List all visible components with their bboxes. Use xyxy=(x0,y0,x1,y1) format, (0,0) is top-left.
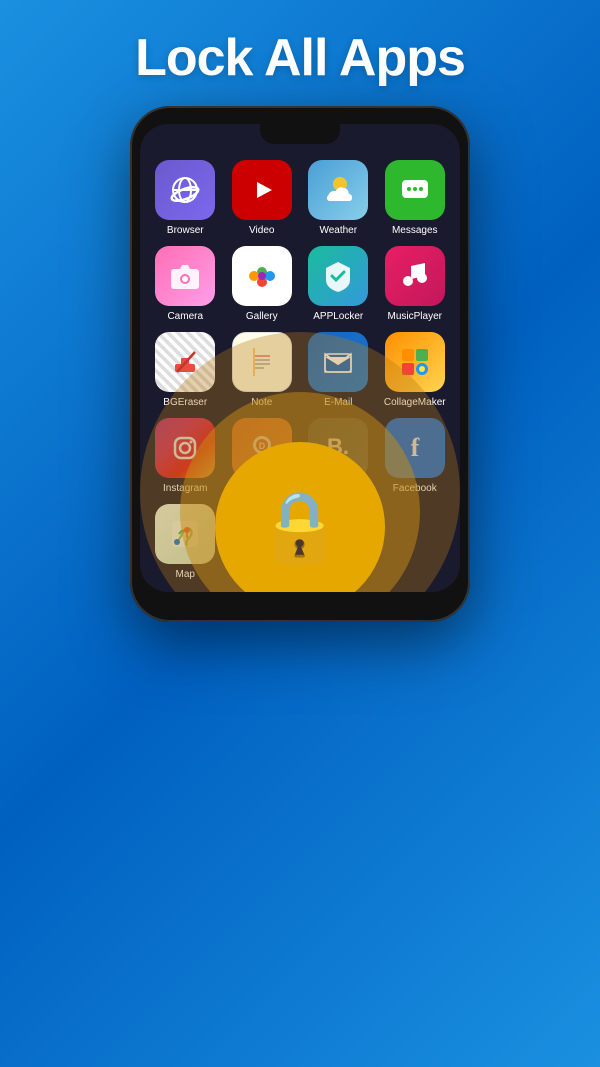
app-video[interactable]: Video xyxy=(229,160,296,236)
app-gallery[interactable]: Gallery xyxy=(229,246,296,322)
app-applocker[interactable]: APPLocker xyxy=(305,246,372,322)
app-grid: Browser Video Weather xyxy=(140,152,460,592)
page-title: Lock All Apps xyxy=(0,0,600,106)
notch xyxy=(260,124,340,144)
app-collage[interactable]: CollageMaker xyxy=(382,332,449,408)
app-email[interactable]: E-Mail xyxy=(305,332,372,408)
svg-text:B.: B. xyxy=(327,434,349,459)
app-bgeraser[interactable]: BGEraser xyxy=(152,332,219,408)
app-instagram[interactable]: Instagram xyxy=(152,418,219,494)
app-bold[interactable]: B. Bold xyxy=(305,418,372,494)
svg-text:f: f xyxy=(410,433,419,462)
app-note[interactable]: Note xyxy=(229,332,296,408)
app-browser[interactable]: Browser xyxy=(152,160,219,236)
app-duckduckgo[interactable]: D DuckDuckGo xyxy=(229,418,296,494)
app-messages[interactable]: Messages xyxy=(382,160,449,236)
app-map[interactable]: Map xyxy=(152,504,219,580)
app-setting[interactable]: Setting xyxy=(229,504,296,580)
phone-screen: Browser Video Weather xyxy=(140,124,460,592)
app-camera[interactable]: Camera xyxy=(152,246,219,322)
app-facebook[interactable]: f Facebook xyxy=(382,418,449,494)
app-music[interactable]: MusicPlayer xyxy=(382,246,449,322)
svg-text:D: D xyxy=(259,441,266,451)
app-weather[interactable]: Weather xyxy=(305,160,372,236)
phone-mockup: Browser Video Weather xyxy=(130,106,470,622)
